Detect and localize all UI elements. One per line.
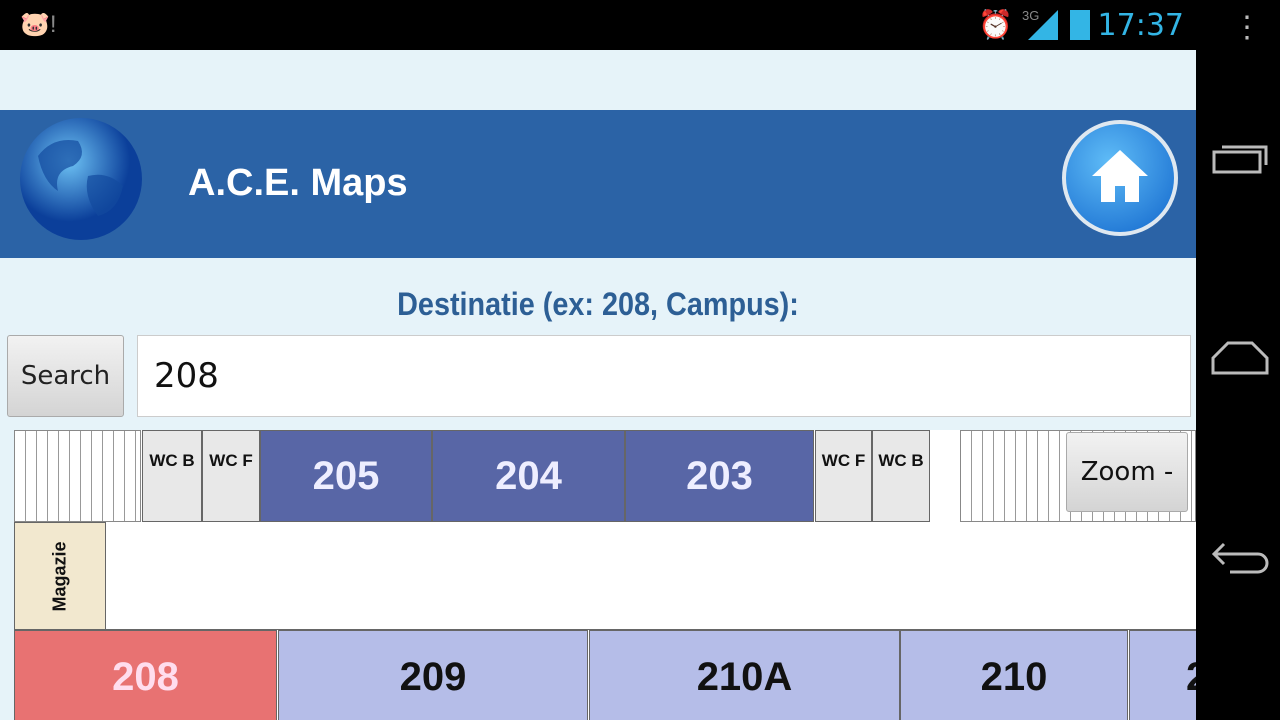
- room-wc[interactable]: WC B: [142, 430, 202, 522]
- globe-icon: [20, 118, 142, 240]
- stairs: [14, 430, 141, 522]
- notification-icon: 🐷!: [20, 11, 57, 38]
- corridor: [106, 522, 1196, 630]
- room-wc[interactable]: WC F: [202, 430, 260, 522]
- room-208-highlighted[interactable]: 208: [14, 630, 277, 720]
- room-partial[interactable]: 2: [1129, 630, 1196, 720]
- home-icon: [1092, 150, 1148, 202]
- battery-icon: [1070, 10, 1090, 40]
- clock: 17:37: [1097, 8, 1184, 43]
- room-wc[interactable]: WC F: [815, 430, 872, 522]
- room-magazie-label: Magazie: [49, 540, 70, 612]
- signal-icon: [1028, 10, 1058, 40]
- home-nav-icon[interactable]: [1210, 340, 1270, 376]
- room-209[interactable]: 209: [278, 630, 588, 720]
- destination-input[interactable]: 208: [137, 335, 1191, 417]
- app-header: A.C.E. Maps: [0, 110, 1196, 258]
- room-205[interactable]: 205: [260, 430, 432, 522]
- room-wc[interactable]: WC B: [872, 430, 930, 522]
- destination-label: Destinatie (ex: 208, Campus):: [397, 286, 799, 322]
- recent-apps-icon[interactable]: [1212, 142, 1270, 176]
- app-content: A.C.E. Maps Destinatie (ex: 208, Campus)…: [0, 50, 1196, 720]
- menu-icon[interactable]: ⋮: [1232, 13, 1262, 43]
- app-title: A.C.E. Maps: [188, 162, 408, 204]
- zoom-out-button[interactable]: Zoom -: [1066, 432, 1188, 512]
- status-bar: 🐷! ⏰ 3G 17:37: [0, 0, 1196, 50]
- room-203[interactable]: 203: [625, 430, 814, 522]
- room-204[interactable]: 204: [432, 430, 625, 522]
- alarm-icon: ⏰: [978, 9, 1013, 40]
- floor-map[interactable]: WC B WC F 205 204 203 WC F WC B Magazie …: [14, 430, 1196, 720]
- search-button[interactable]: Search: [7, 335, 124, 417]
- room-210a[interactable]: 210A: [589, 630, 900, 720]
- back-icon[interactable]: [1210, 538, 1272, 578]
- room-210[interactable]: 210: [900, 630, 1128, 720]
- room-magazie[interactable]: Magazie: [14, 522, 106, 630]
- home-button[interactable]: [1062, 120, 1178, 236]
- navigation-bar: ⋮: [1196, 0, 1280, 720]
